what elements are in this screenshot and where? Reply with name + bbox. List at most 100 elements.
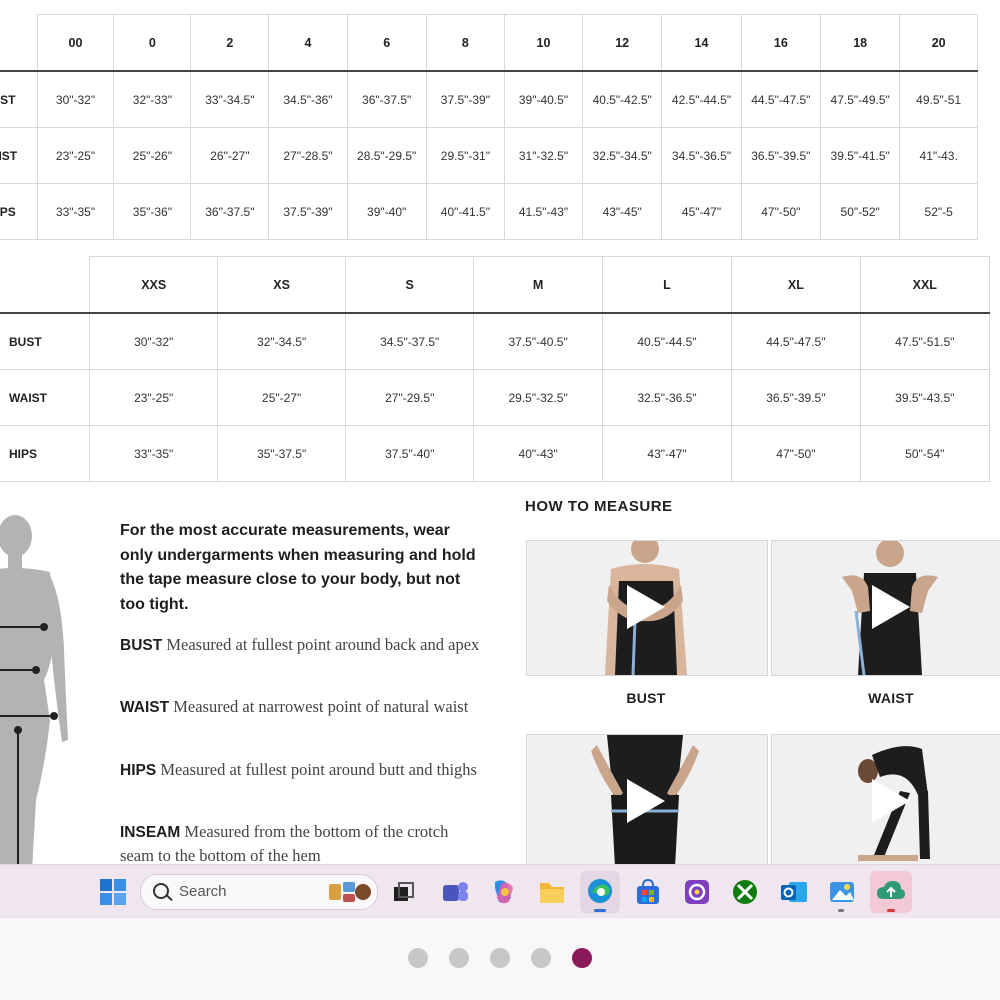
table-cell: 33"-35": [36, 183, 115, 240]
play-icon[interactable]: [872, 585, 910, 629]
table-cell: 47"-50": [731, 425, 861, 482]
table-cell: 26"-27": [190, 127, 270, 184]
play-icon[interactable]: [872, 779, 910, 823]
carousel-dot-2[interactable]: [449, 948, 469, 968]
table-row: HIPS 33"-35" 35"-37.5" 37.5"-40" 40"-43"…: [0, 425, 991, 482]
windows-start-icon[interactable]: [100, 879, 126, 905]
hips-definition: HIPS Measured at fullest point around bu…: [120, 758, 485, 782]
photos-app-icon[interactable]: [683, 878, 711, 906]
waist-video-thumbnail[interactable]: [771, 540, 1000, 676]
measurement-term: INSEAM: [120, 824, 181, 841]
table-cell: 27"-28.5": [268, 127, 348, 184]
table-cell: 44.5"-47.5": [740, 70, 822, 128]
table-cell: 34.5"-36.5": [661, 127, 742, 184]
inseam-definition: INSEAM Measured from the bottom of the c…: [120, 820, 485, 866]
table-row: IST 23"-25" 25"-26" 26"-27" 27"-28.5" 28…: [0, 127, 978, 184]
table-row: BUST 30"-32" 32"-34.5" 34.5"-37.5" 37.5"…: [0, 312, 991, 370]
row-label: PS: [0, 183, 38, 240]
photos-icon[interactable]: [828, 878, 856, 906]
table-cell: 36"-37.5": [190, 183, 270, 240]
taskbar-search-box[interactable]: Search: [140, 874, 378, 910]
table-cell: 33"-34.5": [190, 70, 270, 128]
table-cell: 43"-47": [601, 425, 733, 482]
table-cell: 27"-29.5": [345, 369, 475, 426]
table-row: ST 30"-32" 32"-33" 33"-34.5" 34.5"-36" 3…: [0, 70, 978, 128]
size-header: L: [601, 256, 733, 314]
size-header: 16: [740, 14, 822, 72]
size-header: S: [345, 256, 475, 314]
bust-definition: BUST Measured at fullest point around ba…: [120, 633, 485, 657]
body-silhouette-figure: [0, 515, 68, 870]
widgets-icon[interactable]: [327, 880, 371, 904]
carousel-dot-5-active[interactable]: [572, 948, 592, 968]
waist-definition: WAIST Measured at narrowest point of nat…: [120, 695, 485, 719]
store-icon[interactable]: [634, 878, 662, 906]
table-cell: 47"-50": [740, 183, 822, 240]
file-explorer-icon[interactable]: [538, 879, 566, 905]
table-cell: 37.5"-39": [425, 70, 505, 128]
bust-video-thumbnail[interactable]: [526, 540, 768, 676]
row-label: IST: [0, 127, 38, 184]
table-cell: 37.5"-40": [345, 425, 475, 482]
table-cell: 36.5"-39.5": [731, 369, 861, 426]
how-to-measure-title: HOW TO MEASURE: [525, 498, 673, 515]
table-cell: 37.5"-39": [268, 183, 348, 240]
size-header: XXL: [859, 256, 991, 314]
corner-cell: [0, 14, 38, 72]
row-label: ST: [0, 70, 38, 128]
numeric-header-row: 00 0 2 4 6 8 10 12 14 16 18 20: [0, 14, 978, 72]
numeric-size-table: 00 0 2 4 6 8 10 12 14 16 18 20 ST 30"-32…: [0, 14, 978, 240]
measurement-term: BUST: [120, 637, 163, 654]
search-placeholder: Search: [179, 883, 227, 900]
table-cell: 32"-33": [113, 70, 192, 128]
measuring-intro: For the most accurate measurements, wear…: [120, 522, 476, 613]
table-cell: 39"-40.5": [503, 70, 584, 128]
xbox-icon[interactable]: [731, 878, 759, 906]
edge-active-tile[interactable]: [580, 871, 620, 913]
table-cell: 47.5"-49.5": [819, 70, 901, 128]
active-indicator: [594, 909, 606, 912]
row-label: BUST: [0, 312, 91, 370]
inseam-video-thumbnail[interactable]: [771, 734, 1000, 868]
table-cell: 30"-32": [89, 312, 219, 370]
carousel-dot-1[interactable]: [408, 948, 428, 968]
table-cell: 40"-41.5": [425, 183, 505, 240]
teams-icon[interactable]: [441, 879, 469, 905]
table-cell: 52"-5: [899, 183, 978, 240]
play-icon[interactable]: [627, 585, 665, 629]
outlook-icon[interactable]: [779, 878, 809, 906]
table-cell: 33"-35": [89, 425, 219, 482]
table-cell: 41.5"-43": [503, 183, 584, 240]
carousel-dot-4[interactable]: [531, 948, 551, 968]
table-cell: 29.5"-31": [425, 127, 505, 184]
cloud-upload-icon: [877, 881, 905, 899]
size-header: XL: [731, 256, 861, 314]
letter-header-row: XXS XS S M L XL XXL: [0, 256, 991, 314]
table-cell: 39.5"-41.5": [819, 127, 901, 184]
size-header: 4: [268, 14, 348, 72]
size-header: 2: [190, 14, 270, 72]
table-cell: 45"-47": [661, 183, 742, 240]
search-icon: [153, 883, 169, 899]
alert-indicator: [887, 909, 895, 912]
table-cell: 50"-54": [859, 425, 991, 482]
corner-cell: [0, 256, 90, 314]
play-icon[interactable]: [627, 779, 665, 823]
cloud-upload-tile[interactable]: [870, 871, 912, 913]
row-label: HIPS: [0, 425, 91, 482]
size-header: 10: [503, 14, 584, 72]
table-cell: 35"-36": [113, 183, 192, 240]
table-cell: 25"-26": [113, 127, 192, 184]
size-header: 00: [36, 14, 115, 72]
copilot-icon[interactable]: [489, 878, 517, 906]
size-header: 6: [346, 14, 427, 72]
task-view-icon[interactable]: [392, 881, 414, 903]
carousel-dot-3[interactable]: [490, 948, 510, 968]
measurement-description: Measured at narrowest point of natural w…: [173, 697, 469, 716]
table-cell: 41"-43.: [899, 127, 978, 184]
table-cell: 32.5"-34.5": [582, 127, 663, 184]
size-header: 14: [661, 14, 742, 72]
table-cell: 39.5"-43.5": [859, 369, 991, 426]
hips-video-thumbnail[interactable]: [526, 734, 768, 868]
size-header: XXS: [89, 256, 219, 314]
